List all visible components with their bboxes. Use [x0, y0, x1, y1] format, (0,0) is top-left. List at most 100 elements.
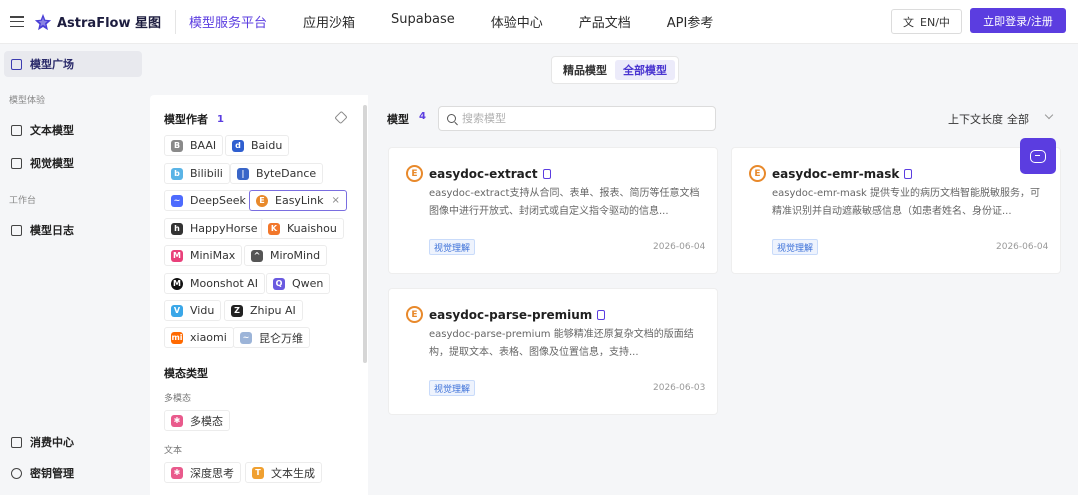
tag-label: Kuaishou: [287, 222, 337, 235]
sidebar-item-label: 密钥管理: [30, 467, 74, 480]
receipt-icon: [11, 436, 22, 448]
sidebar-item-billing[interactable]: 消费中心: [4, 429, 142, 455]
tag-label: 昆仑万维: [259, 331, 303, 345]
chat-support-button[interactable]: [1020, 138, 1056, 174]
search-input[interactable]: [462, 112, 702, 125]
tag-label: MiroMind: [270, 249, 321, 262]
menu-icon[interactable]: [10, 16, 24, 27]
chevron-down-icon[interactable]: [1044, 110, 1054, 120]
login-register-button[interactable]: 立即登录/注册: [970, 8, 1066, 33]
author-tag-vidu[interactable]: V Vidu: [164, 300, 222, 321]
nav-product-docs[interactable]: 产品文档: [579, 12, 631, 31]
bilibili-icon: b: [171, 167, 183, 180]
context-length-label: 上下文长度: [948, 113, 1003, 126]
model-tabs: 精品模型 全部模型: [551, 56, 679, 84]
tab-featured-models[interactable]: 精品模型: [555, 60, 615, 80]
main-nav: 模型服务平台 应用沙箱 Supabase 体验中心 产品文档 API参考: [189, 12, 749, 31]
filter-panel: 模型作者 1 B BAAI d Baidu b Bilibili | ByteDance…: [150, 95, 368, 495]
translate-icon: 文: [903, 15, 915, 29]
sidebar-item-model-square[interactable]: 模型广场: [4, 51, 142, 77]
sidebar-section-experience: 模型体验: [9, 96, 46, 106]
author-tag-happyhorse[interactable]: h HappyHorse: [164, 218, 265, 239]
miromind-icon: ^: [251, 249, 263, 262]
author-tag-minimax[interactable]: M MiniMax: [164, 245, 243, 266]
author-tag-easylink[interactable]: E EasyLink ×: [249, 190, 347, 211]
kuaishou-icon: K: [268, 222, 280, 235]
author-tag-kuaishou[interactable]: K Kuaishou: [261, 218, 344, 239]
model-card-description: easydoc-emr-mask 提供专业的病历文档智能脱敏服务，可精准识别并自…: [772, 188, 1041, 217]
sidebar-item-label: 模型广场: [30, 58, 74, 71]
zhipu-icon: Z: [231, 304, 243, 317]
sidebar-item-vision-model[interactable]: 视觉模型: [4, 150, 142, 176]
key-icon: [11, 467, 22, 479]
sidebar-section-workbench: 工作台: [9, 196, 37, 206]
nav-supabase[interactable]: Supabase: [391, 12, 455, 31]
nav-model-platform[interactable]: 模型服务平台: [189, 12, 267, 31]
author-tag-bytedance[interactable]: | ByteDance: [230, 163, 324, 184]
chat-bubble-icon: [1030, 149, 1046, 163]
modality-tag-text-gen[interactable]: T 文本生成: [245, 462, 322, 483]
model-card[interactable]: E easydoc-extract easydoc-extract支持从合同、表…: [388, 147, 718, 274]
tag-label: Baidu: [251, 139, 283, 152]
tag-label: xiaomi: [190, 331, 227, 344]
author-tag-baidu[interactable]: d Baidu: [225, 135, 290, 156]
tag-label: 文本生成: [271, 466, 315, 480]
author-tag-zhipu[interactable]: Z Zhipu AI: [224, 300, 303, 321]
model-name: easydoc-emr-mask: [772, 167, 900, 181]
model-card-date: 2026-06-04: [653, 242, 706, 252]
multimodal-icon: ✱: [171, 414, 183, 427]
author-filter-header: 模型作者 1: [164, 111, 224, 127]
nav-api-reference[interactable]: API参考: [667, 12, 714, 31]
modality-tag-multimodal[interactable]: ✱ 多模态: [164, 410, 230, 431]
sidebar-item-text-model[interactable]: 文本模型: [4, 117, 142, 143]
filter-scrollbar[interactable]: [363, 105, 367, 363]
author-tag-miromind[interactable]: ^ MiroMind: [244, 245, 328, 266]
author-filter-count: 1: [217, 113, 224, 125]
model-name: easydoc-parse-premium: [429, 308, 593, 322]
tag-label: EasyLink: [275, 194, 324, 207]
nav-app-sandbox[interactable]: 应用沙箱: [303, 12, 355, 31]
author-tag-deepseek[interactable]: ~ DeepSeek: [164, 190, 253, 211]
sidebar-item-label: 消费中心: [30, 436, 74, 449]
author-filter-title: 模型作者: [164, 113, 208, 126]
tag-label: BAAI: [190, 139, 217, 152]
tag-label: Bilibili: [190, 167, 223, 180]
sidebar-item-label: 视觉模型: [30, 157, 74, 170]
sidebar-item-keys[interactable]: 密钥管理: [4, 460, 142, 486]
modality-tag-deep-think[interactable]: ✱ 深度思考: [164, 462, 241, 483]
brand-logo[interactable]: AstraFlow 星图: [34, 12, 161, 31]
model-card[interactable]: E easydoc-parse-premium easydoc-parse-pr…: [388, 288, 718, 415]
model-card-tag: 视觉理解: [429, 239, 476, 255]
copy-icon[interactable]: [542, 169, 551, 179]
tag-label: DeepSeek: [190, 194, 246, 207]
author-tag-xiaomi[interactable]: mi xiaomi: [164, 327, 234, 348]
deep-think-icon: ✱: [171, 466, 183, 479]
context-length-select[interactable]: 全部: [1007, 111, 1029, 127]
model-card-tag: 视觉理解: [772, 239, 819, 255]
clear-filter-icon[interactable]: [334, 110, 348, 125]
copy-icon[interactable]: [597, 310, 606, 320]
author-tag-baai[interactable]: B BAAI: [164, 135, 224, 156]
top-bar: AstraFlow 星图 模型服务平台 应用沙箱 Supabase 体验中心 产…: [0, 0, 1078, 44]
author-tag-qwen[interactable]: Q Qwen: [266, 273, 331, 294]
model-name: easydoc-extract: [429, 167, 538, 181]
nav-experience-center[interactable]: 体验中心: [491, 12, 543, 31]
bytedance-icon: |: [237, 167, 249, 180]
author-tag-kunlun[interactable]: ~ 昆仑万维: [233, 327, 310, 348]
model-card-tag: 视觉理解: [429, 380, 476, 396]
copy-icon[interactable]: [904, 169, 913, 179]
remove-tag-icon[interactable]: ×: [331, 195, 339, 206]
language-toggle-button[interactable]: 文 EN/中: [891, 9, 962, 34]
sidebar-item-model-log[interactable]: 模型日志: [4, 217, 142, 243]
author-tag-bilibili[interactable]: b Bilibili: [164, 163, 230, 184]
model-card-description: easydoc-parse-premium 能够精准还原复杂文档的版面结构，提取…: [429, 329, 694, 358]
tab-all-models[interactable]: 全部模型: [615, 60, 675, 80]
sidebar-item-label: 文本模型: [30, 124, 74, 137]
author-tag-moonshot[interactable]: M Moonshot AI: [164, 273, 265, 294]
search-icon: [447, 114, 456, 123]
model-card[interactable]: E easydoc-emr-mask easydoc-emr-mask 提供专业…: [731, 147, 1061, 274]
header-divider: [175, 9, 177, 34]
easylink-logo-icon: E: [749, 165, 766, 182]
baai-icon: B: [171, 139, 183, 152]
tag-label: 多模态: [190, 414, 223, 428]
